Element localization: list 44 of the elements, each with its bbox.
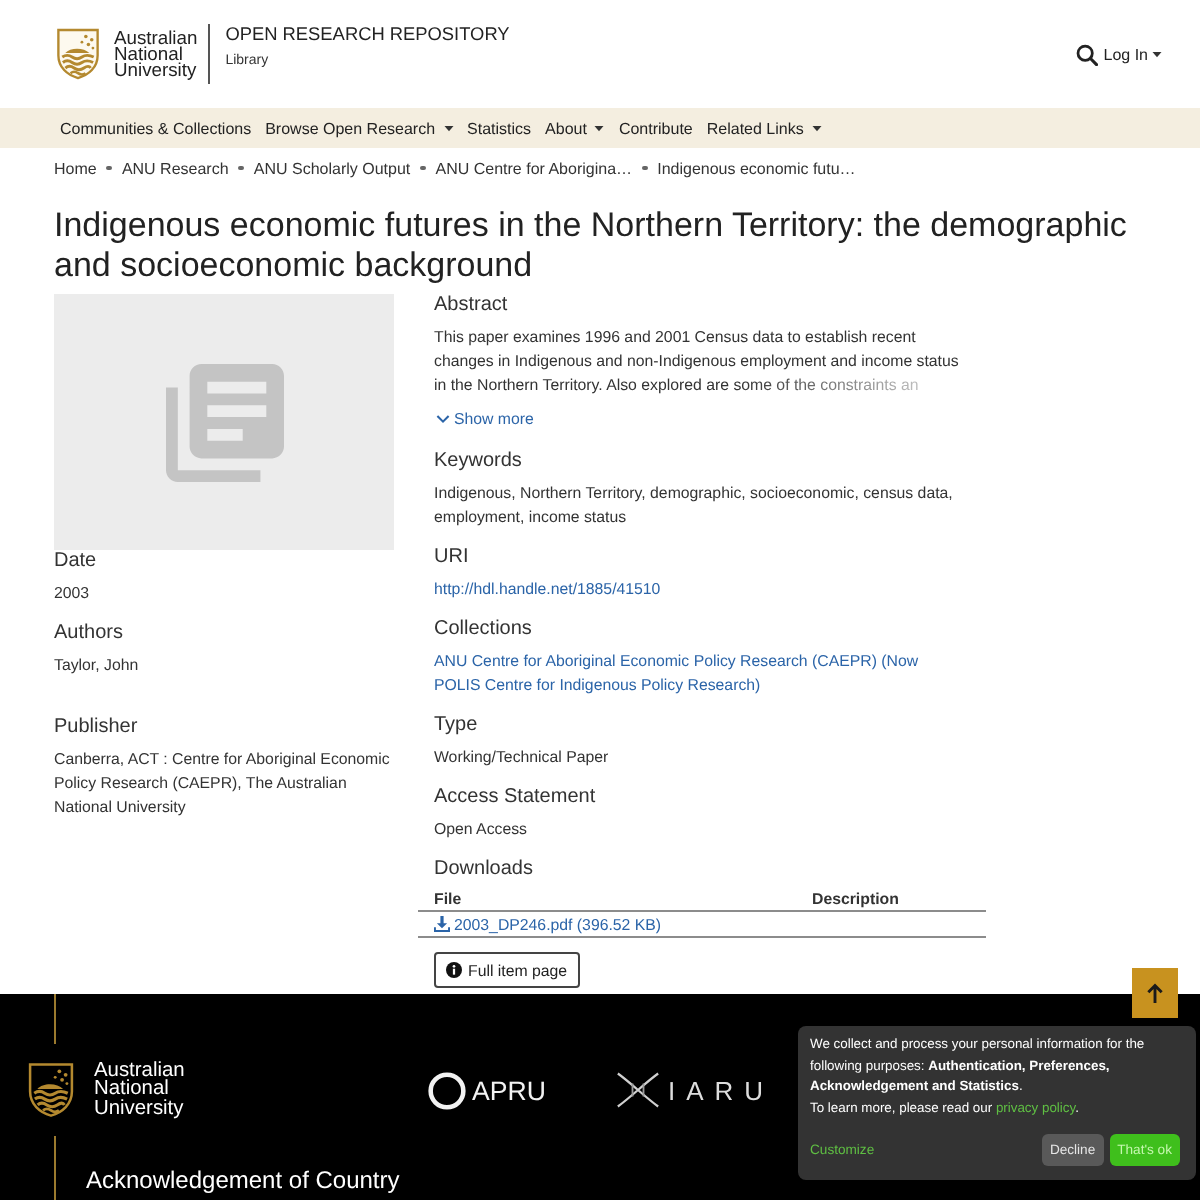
field-heading: Authors <box>54 622 125 646</box>
nav-link[interactable]: About <box>545 119 605 137</box>
breadcrumb-link[interactable]: ANU Research <box>121 159 229 177</box>
field-heading: Publisher <box>54 716 140 740</box>
arrow-up-icon <box>1146 982 1164 1004</box>
ring-logo-icon[interactable] <box>428 1071 466 1109</box>
bullet-icon <box>106 165 112 171</box>
field-heading: Keywords <box>434 450 524 474</box>
nav-link[interactable]: Related Links <box>706 119 822 137</box>
university-name[interactable]: Australian National University <box>94 1061 185 1119</box>
crossed-lines-icon[interactable] <box>615 1070 660 1110</box>
item-title: Indigenous economic futures in the Northern Territory: the demographic and socioeconomic background <box>54 206 1129 286</box>
acknowledgement-heading: Acknowledgement of Country <box>86 1166 402 1196</box>
partner-name[interactable]: APRU <box>472 1075 546 1105</box>
crest-icon[interactable] <box>28 1062 74 1118</box>
field-heading: Date <box>54 550 99 574</box>
university-name[interactable]: Australian National University <box>114 29 198 79</box>
crest-icon[interactable] <box>56 28 100 80</box>
chevron-down-icon <box>436 414 450 424</box>
bullet-icon <box>238 165 244 171</box>
field-heading: Type <box>434 714 480 738</box>
login-button[interactable]: Log In <box>1103 45 1162 63</box>
field-heading: URI <box>434 546 471 570</box>
download-icon <box>434 916 450 932</box>
breadcrumb-link[interactable]: ANU Scholarly Output <box>253 159 411 177</box>
field-heading: Downloads <box>434 858 535 882</box>
search-icon[interactable] <box>1075 43 1098 65</box>
repository-title[interactable]: OPEN RESEARCH REPOSITORY <box>225 24 510 46</box>
field-heading: Access Statement <box>434 786 598 810</box>
nav-link[interactable]: Communities & Collections <box>60 119 252 137</box>
field-heading: Abstract <box>434 294 510 318</box>
breadcrumb-link[interactable]: Home <box>54 159 97 177</box>
nav-link[interactable]: Browse Open Research <box>265 119 454 137</box>
bullet-icon <box>642 165 648 171</box>
nav-link[interactable]: Statistics <box>467 119 532 137</box>
breadcrumb-link[interactable]: ANU Centre for Aborigina… <box>435 159 633 177</box>
partner-name[interactable]: IARU <box>667 1075 775 1105</box>
field-heading: Collections <box>434 618 534 642</box>
nav-link[interactable]: Contribute <box>618 119 693 137</box>
info-icon <box>446 962 462 978</box>
breadcrumb-current: Indigenous economic futu… <box>657 159 856 177</box>
document-stack-icon <box>165 363 283 481</box>
back-to-top-button[interactable] <box>1132 968 1178 1018</box>
bullet-icon <box>420 165 426 171</box>
